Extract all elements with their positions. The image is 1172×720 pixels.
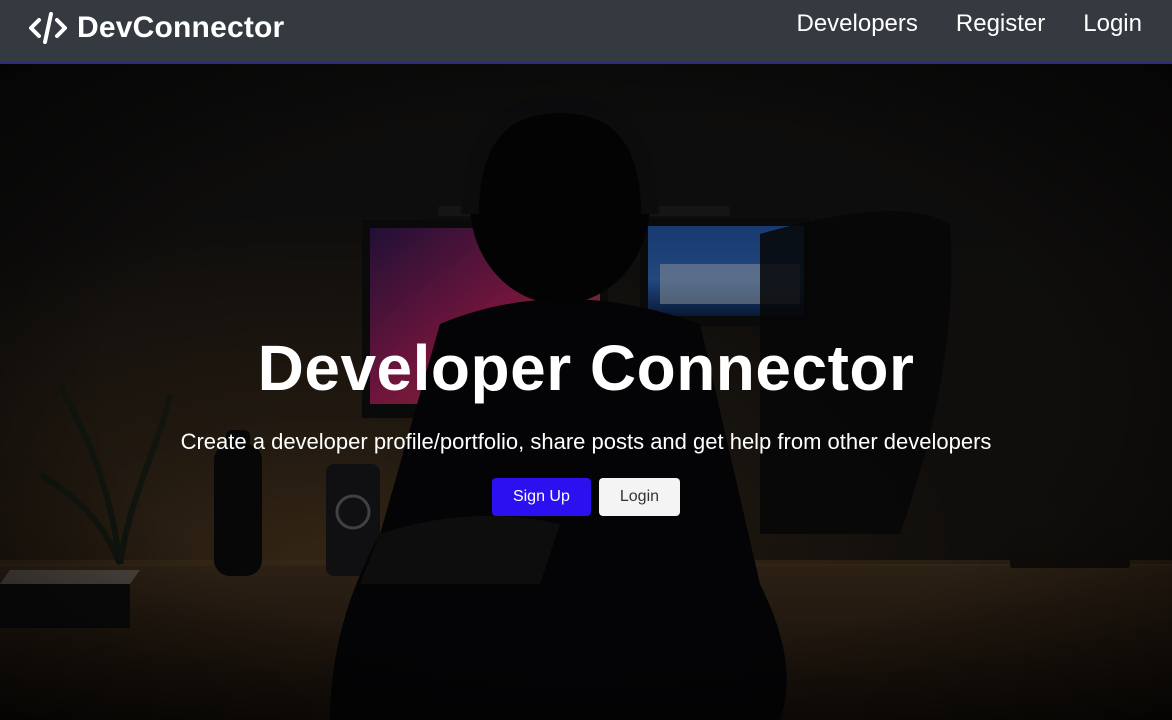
nav-link-developers[interactable]: Developers xyxy=(796,10,917,38)
nav-link-login[interactable]: Login xyxy=(1083,10,1142,38)
brand-link[interactable]: DevConnector xyxy=(28,8,284,48)
hero-section: Developer Connector Create a developer p… xyxy=(0,64,1172,720)
nav-link-register[interactable]: Register xyxy=(956,10,1045,38)
nav-links: Developers Register Login xyxy=(796,10,1142,38)
hero-title: Developer Connector xyxy=(257,332,915,404)
hero-subtitle: Create a developer profile/portfolio, sh… xyxy=(180,429,992,454)
code-icon xyxy=(29,12,67,44)
hero-content: Developer Connector Create a developer p… xyxy=(0,64,1172,720)
sign-up-button[interactable]: Sign Up xyxy=(491,478,591,516)
hero-buttons: Sign Up Login xyxy=(0,478,1172,516)
brand-name: DevConnector xyxy=(77,11,285,44)
navbar: DevConnector Developers Register Login xyxy=(0,0,1172,64)
landing-page: DevConnector Developers Register Login D… xyxy=(0,0,1172,720)
login-button[interactable]: Login xyxy=(598,478,681,516)
